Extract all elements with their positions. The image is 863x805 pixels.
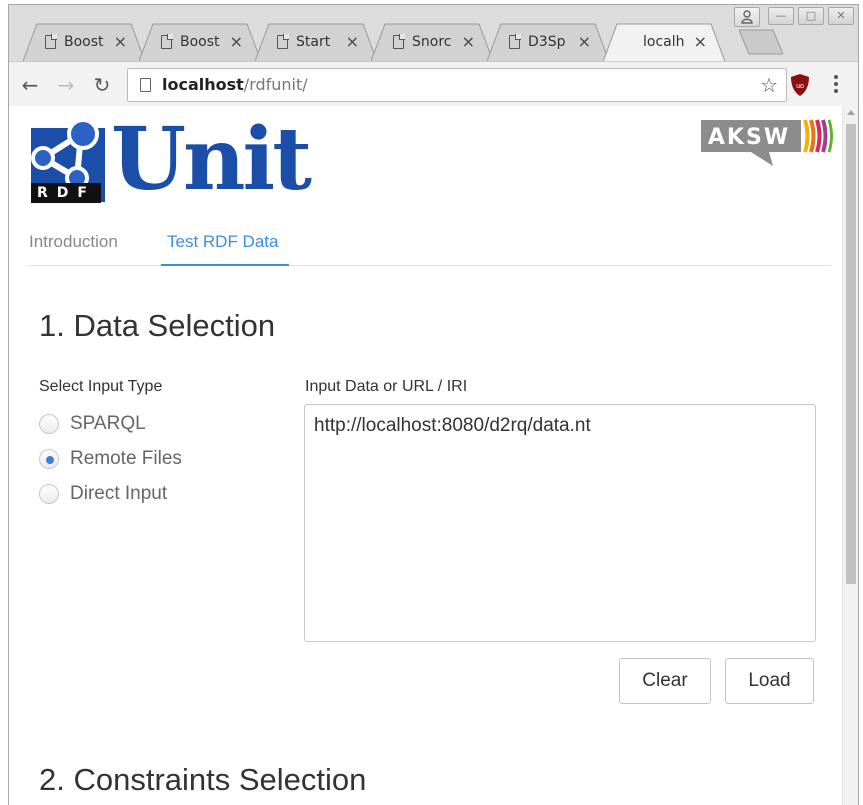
minimize-icon[interactable]: —: [768, 7, 794, 25]
page-viewport: RDF Unit AKSW Introduction Test RDF Data…: [8, 106, 859, 805]
url-host: localhost: [162, 75, 244, 94]
ublock-origin-icon[interactable]: uo: [789, 73, 811, 97]
logo-wordmark: Unit: [111, 109, 312, 210]
page-icon: [277, 34, 289, 49]
main-nav-tabs: Introduction Test RDF Data: [27, 220, 831, 266]
logo-rdf-badge: RDF: [31, 183, 101, 203]
profile-button[interactable]: [734, 7, 760, 27]
aksw-logo-text: AKSW: [708, 125, 790, 150]
back-arrow-icon[interactable]: ←: [17, 72, 43, 98]
radio-label: Direct Input: [70, 483, 168, 504]
page-icon: [45, 34, 57, 49]
radio-button[interactable]: [39, 484, 59, 504]
page-icon: [509, 34, 521, 49]
url-path: /rdfunit/: [243, 75, 308, 94]
radio-button-checked[interactable]: [39, 449, 59, 469]
kebab-menu-icon[interactable]: [831, 72, 841, 98]
tab-close-icon[interactable]: ×: [462, 33, 475, 51]
tab-close-icon[interactable]: ×: [578, 33, 591, 51]
tab-close-icon[interactable]: ×: [346, 33, 359, 51]
browser-toolbar: ← → ↻ localhost/rdfunit/ ☆ uo: [9, 61, 858, 107]
input-type-label: Select Input Type: [39, 378, 163, 395]
tab-strip: Boost × Boost × Start × Snorc × D3Sp × l…: [9, 5, 858, 61]
radio-label: SPARQL: [70, 413, 146, 434]
address-bar[interactable]: localhost/rdfunit/ ☆: [127, 68, 787, 102]
forward-arrow-icon[interactable]: →: [53, 72, 79, 98]
page-icon: [140, 78, 151, 92]
maximize-icon[interactable]: □: [798, 7, 824, 25]
aksw-logo: AKSW: [701, 119, 833, 166]
page-icon: [161, 34, 173, 49]
profile-icon: [741, 10, 753, 24]
section-title-data-selection: 1. Data Selection: [39, 308, 276, 343]
input-data-label: Input Data or URL / IRI: [305, 378, 468, 395]
browser-tab[interactable]: Start ×: [255, 23, 377, 61]
scrollbar-thumb[interactable]: [846, 124, 856, 584]
load-button[interactable]: Load: [725, 658, 814, 704]
radio-button[interactable]: [39, 414, 59, 434]
vertical-scrollbar[interactable]: [842, 106, 858, 805]
close-window-icon[interactable]: ✕: [828, 7, 854, 25]
reload-icon[interactable]: ↻: [89, 72, 115, 98]
address-url: localhost/rdfunit/: [162, 75, 308, 94]
svg-text:uo: uo: [796, 83, 804, 90]
page-icon: [393, 34, 405, 49]
tab-introduction[interactable]: Introduction: [29, 232, 118, 252]
browser-tab[interactable]: Boost ×: [23, 23, 145, 61]
window-controls: — □ ✕: [768, 7, 854, 25]
input-data-textarea[interactable]: http://localhost:8080/d2rq/data.nt: [304, 404, 816, 642]
tab-test-rdf-data[interactable]: Test RDF Data: [167, 232, 278, 252]
scroll-up-arrow-icon[interactable]: [847, 110, 855, 115]
radio-label: Remote Files: [70, 448, 182, 469]
browser-tab[interactable]: Snorc ×: [371, 23, 493, 61]
tab-close-icon[interactable]: ×: [114, 33, 127, 51]
radio-remote-files[interactable]: Remote Files: [39, 448, 182, 470]
new-tab-button[interactable]: [739, 29, 783, 55]
rdfunit-logo: RDF Unit: [27, 110, 312, 210]
browser-chrome: Boost × Boost × Start × Snorc × D3Sp × l…: [8, 4, 859, 107]
radio-sparql[interactable]: SPARQL: [39, 413, 146, 435]
section-title-constraints-selection: 2. Constraints Selection: [39, 762, 367, 797]
bookmark-star-icon[interactable]: ☆: [760, 73, 778, 97]
tab-close-icon[interactable]: ×: [230, 33, 243, 51]
browser-tab-active[interactable]: localh ×: [603, 23, 725, 61]
active-tab-indicator: [161, 264, 289, 266]
radio-direct-input[interactable]: Direct Input: [39, 483, 167, 505]
clear-button[interactable]: Clear: [619, 658, 711, 704]
browser-tab[interactable]: D3Sp ×: [487, 23, 609, 61]
browser-tab[interactable]: Boost ×: [139, 23, 261, 61]
tab-close-icon[interactable]: ×: [694, 33, 707, 51]
